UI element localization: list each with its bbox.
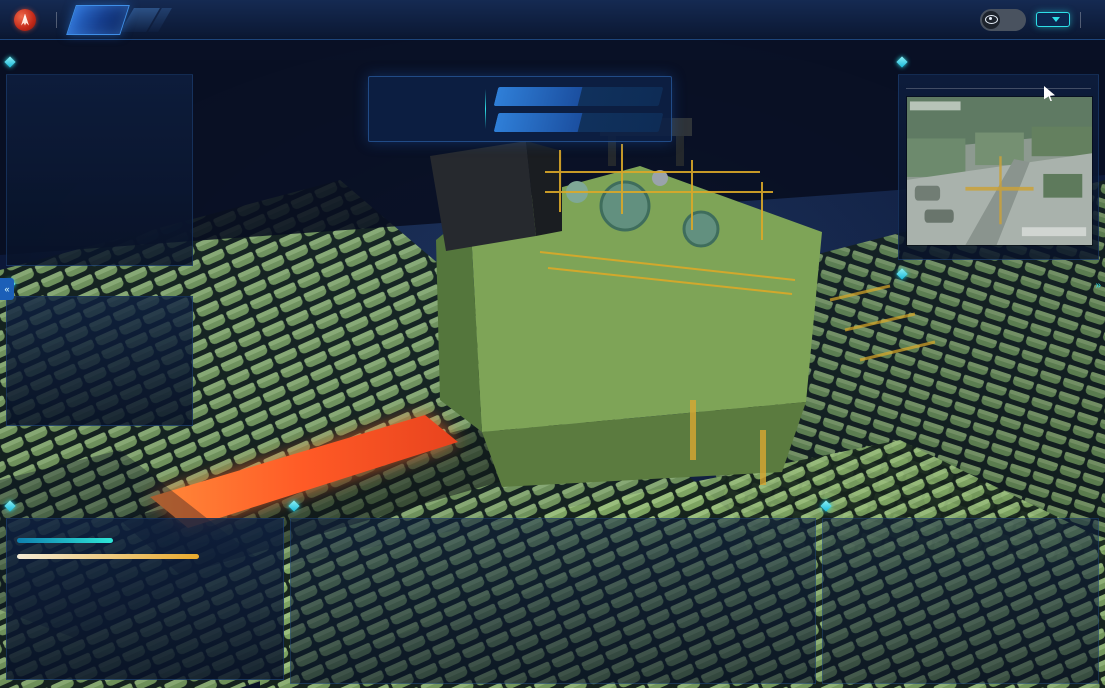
app-header [0,0,1105,40]
gem-icon [4,56,15,67]
energy-panel [6,52,193,268]
quality-panel [6,274,193,428]
shift-team-bar [494,87,664,106]
collapse-panel-arrow-icon[interactable]: « [0,278,14,300]
stock-bar-yesterday-fill [17,554,199,559]
gem-icon [4,500,15,511]
gem-icon [288,500,299,511]
stock-bar-today-fill [17,538,113,543]
video-panel [898,52,1099,262]
energy-hourly-chart [13,89,186,161]
efficiency-panel [290,496,816,686]
line-status-divider [485,89,486,129]
chevron-down-icon [1052,17,1060,22]
stock-bar-today [17,536,273,545]
chevron-right-icon[interactable]: » [1095,280,1101,291]
hourly-output-chart [379,532,807,636]
camera-feed[interactable] [906,96,1093,246]
line-select-dropdown[interactable] [1036,12,1070,27]
hourly-chart-plot [379,532,807,636]
toggle-knob [982,11,1000,29]
gem-icon [820,500,831,511]
video-camera-tabs [906,83,1091,89]
eye-icon [985,15,998,24]
equipment-panel: » [898,264,1099,420]
header-divider [1080,12,1081,28]
equipment-grid [898,286,1099,418]
efficiency-mini-cards [299,532,371,636]
company-logo-icon [14,9,36,31]
line-status-panel [368,76,672,142]
visibility-toggle[interactable] [980,9,1026,31]
production-panel [6,496,284,682]
orders-panel [822,496,1099,686]
stock-bar-yesterday [17,552,273,561]
gem-icon [896,56,907,67]
header-divider [56,12,57,28]
gem-icon [896,268,907,279]
shift-time-bar [494,113,664,132]
